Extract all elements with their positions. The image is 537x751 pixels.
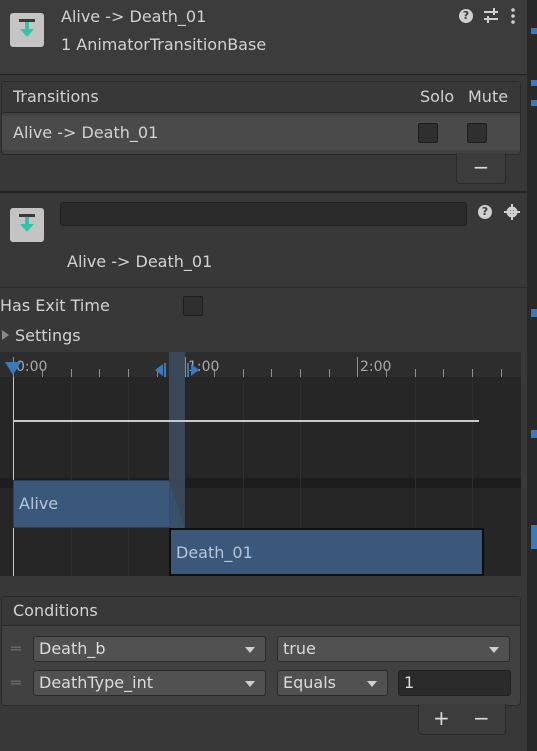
scene-view-edge (527, 0, 537, 751)
condition-value-field[interactable]: 1 (398, 670, 511, 696)
transitions-list-header: Transitions Solo Mute (2, 82, 520, 113)
help-icon[interactable]: ? (459, 9, 473, 23)
condition-parameter-value: Death_b (39, 639, 106, 658)
transition-row[interactable]: Alive -> Death_01 (2, 116, 520, 150)
remove-transition-button[interactable]: − (456, 153, 506, 184)
has-exit-time-label: Has Exit Time (0, 296, 110, 315)
solo-toggle[interactable] (418, 123, 438, 143)
edge-marker (531, 100, 537, 106)
help-icon[interactable]: ? (478, 205, 492, 219)
condition-mode-dropdown[interactable]: true (277, 636, 510, 662)
tick-label: 2:00 (360, 359, 392, 375)
condition-parameter-dropdown[interactable]: DeathType_int (33, 670, 266, 696)
settings-foldout-label[interactable]: Settings (15, 326, 81, 345)
edge-marker (531, 430, 537, 438)
mute-header-label: Mute (468, 87, 509, 106)
transition-icon (10, 208, 44, 242)
solo-header-label: Solo (420, 87, 455, 106)
remove-condition-button[interactable]: − (473, 704, 490, 732)
edge-marker (531, 525, 537, 549)
edge-marker (531, 80, 537, 86)
transitions-list: Transitions Solo Mute Alive -> Death_01 (1, 81, 521, 155)
inspector-title: Alive -> Death_01 (67, 252, 213, 271)
transitions-header-label: Transitions (13, 87, 99, 106)
transition-end-handle-icon[interactable] (187, 362, 199, 377)
conditions-list: Conditions ═ Death_b true ═ DeathType_in… (1, 596, 521, 706)
transition-row-label: Alive -> Death_01 (13, 123, 159, 142)
condition-buttons: + − (418, 704, 506, 735)
inspector-header: Alive -> Death_01 1 AnimatorTransitionBa… (0, 0, 527, 75)
transition-start-handle-icon[interactable] (155, 362, 167, 377)
transition-icon (10, 13, 44, 47)
gear-icon[interactable] (504, 204, 520, 220)
mute-toggle[interactable] (467, 123, 487, 143)
condition-parameter-value: DeathType_int (39, 673, 153, 692)
header-subtitle: 1 AnimatorTransitionBase (61, 35, 267, 54)
transition-timeline[interactable]: 0:00 1:00 2:00 Alive Death_01 (0, 352, 521, 576)
playhead-marker-icon[interactable] (5, 362, 21, 375)
conditions-header: Conditions (2, 597, 520, 626)
condition-mode-value: true (283, 639, 316, 658)
has-exit-time-toggle[interactable] (183, 296, 203, 316)
condition-parameter-dropdown[interactable]: Death_b (33, 636, 266, 662)
transition-name-field[interactable] (60, 202, 467, 226)
drag-handle-icon[interactable]: ═ (11, 673, 21, 692)
edge-marker (531, 309, 537, 317)
sliders-icon[interactable] (484, 8, 498, 24)
destination-state-block[interactable]: Death_01 (169, 528, 484, 576)
more-icon[interactable] (511, 8, 515, 24)
drag-handle-icon[interactable]: ═ (11, 639, 21, 658)
section-divider (0, 287, 527, 288)
add-condition-button[interactable]: + (433, 704, 450, 732)
conditions-header-label: Conditions (13, 601, 98, 620)
header-title: Alive -> Death_01 (61, 7, 207, 26)
foldout-arrow-icon[interactable] (2, 330, 9, 340)
weight-curve-line (13, 420, 479, 422)
playhead-line (13, 377, 14, 576)
section-divider (0, 191, 527, 193)
edge-marker (531, 28, 537, 34)
condition-mode-dropdown[interactable]: Equals (277, 670, 388, 696)
source-state-block[interactable]: Alive (13, 480, 170, 528)
condition-mode-value: Equals (283, 673, 336, 692)
